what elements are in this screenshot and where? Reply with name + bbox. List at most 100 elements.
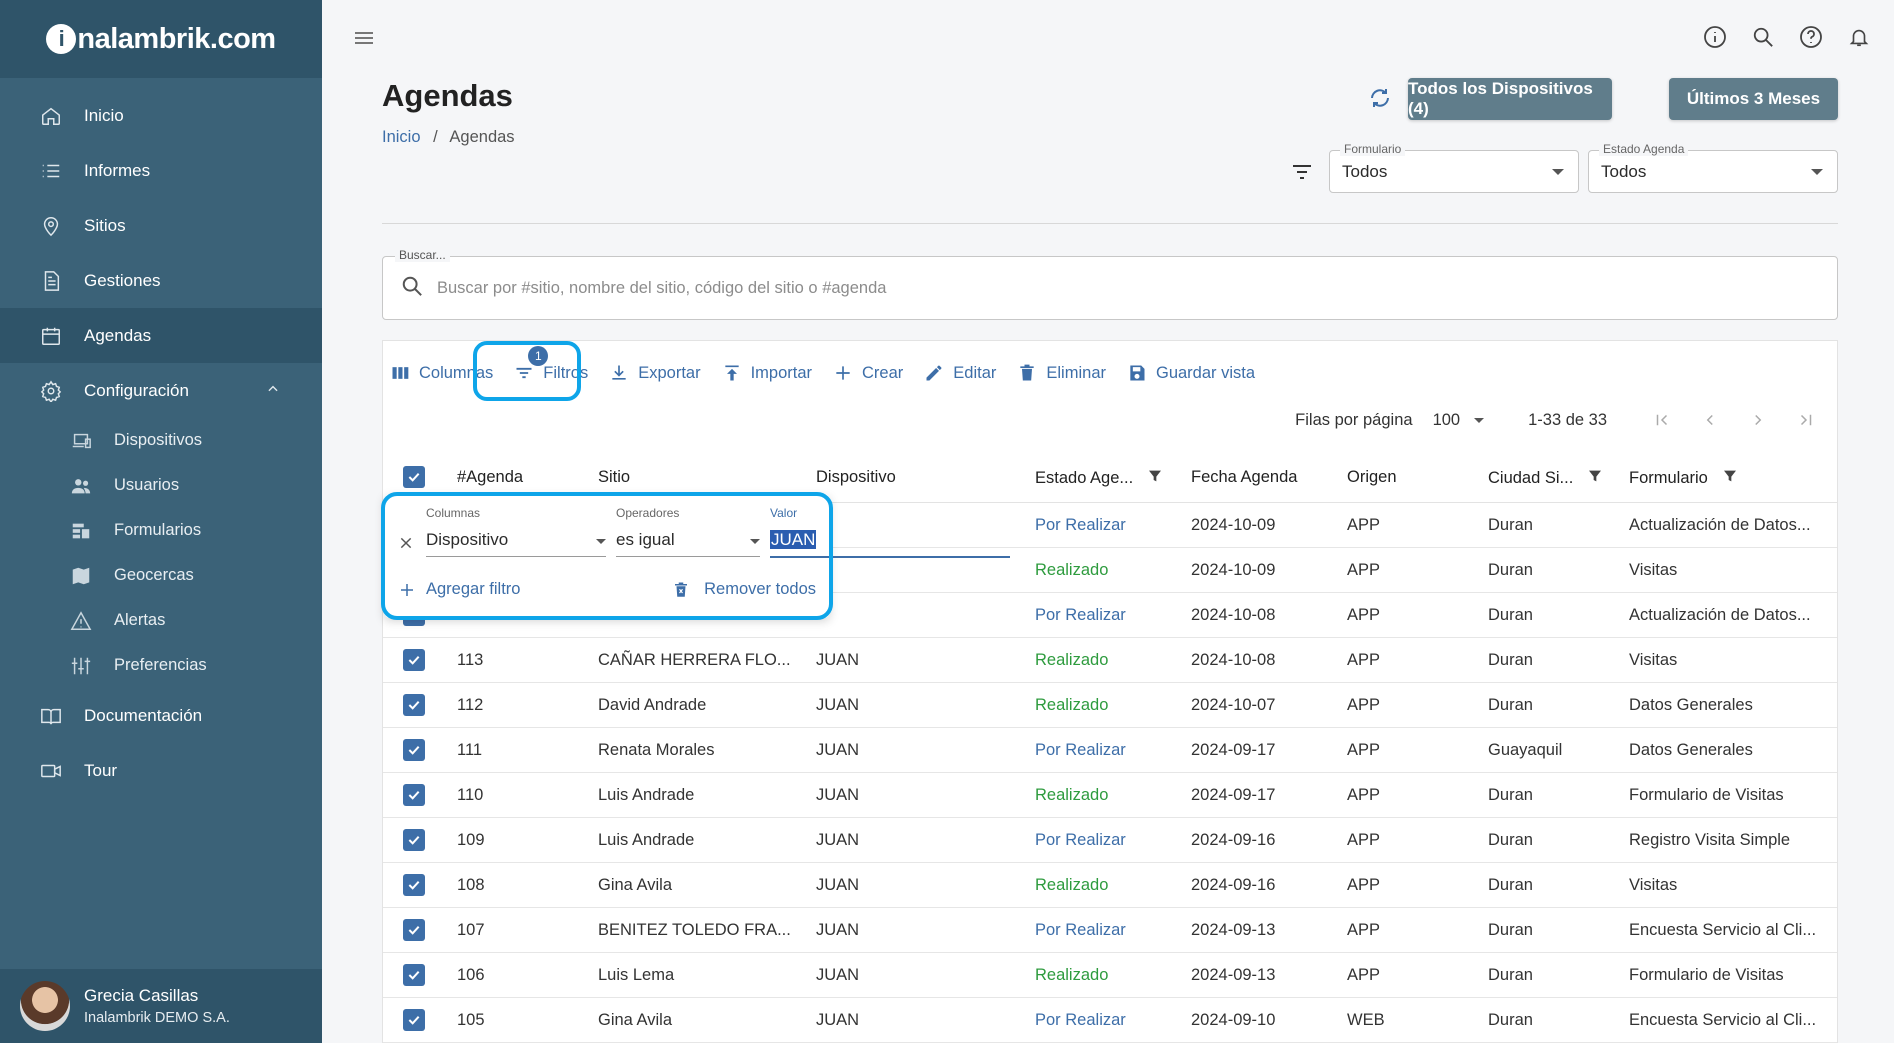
chevron-up-icon[interactable] (266, 381, 280, 401)
sidebar-item-alertas[interactable]: Alertas (0, 598, 322, 643)
search-field[interactable]: Buscar... (382, 248, 1838, 320)
filter-value-input[interactable]: Valor JUAN (770, 506, 1010, 558)
user-profile[interactable]: Grecia Casillas Inalambrik DEMO S.A. (0, 969, 322, 1043)
filter-funnel-icon[interactable] (1587, 468, 1603, 489)
select-all-checkbox[interactable] (403, 466, 425, 488)
row-checkbox[interactable] (403, 1009, 425, 1033)
col-header-dispositivo[interactable]: Dispositivo (816, 468, 896, 487)
sidebar-item-tour[interactable]: Tour (0, 743, 322, 798)
row-checkbox[interactable] (403, 919, 425, 943)
estado-agenda-select[interactable]: Estado Agenda Todos (1588, 142, 1838, 193)
search-label: Buscar... (395, 248, 450, 262)
filters-button[interactable]: 1 Filtros (513, 346, 589, 384)
bell-icon[interactable] (1846, 24, 1872, 50)
row-checkbox[interactable] (403, 829, 425, 853)
table-row[interactable]: 106 Luis Lema JUAN Realizado 2024-09-13 APP Du… (383, 953, 1837, 998)
close-icon[interactable] (398, 535, 414, 556)
col-header-estado[interactable]: Estado Age... (1035, 468, 1163, 489)
col-header-origen[interactable]: Origen (1347, 468, 1397, 487)
sidebar-item-dispositivos[interactable]: Dispositivos (0, 418, 322, 463)
add-filter-button[interactable]: Agregar filtro (398, 580, 520, 599)
download-icon (608, 362, 630, 384)
sidebar-item-documentacion[interactable]: Documentación (0, 688, 322, 743)
sidebar-item-usuarios[interactable]: Usuarios (0, 463, 322, 508)
row-checkbox[interactable] (403, 964, 425, 988)
filter-column-select[interactable]: Columnas Dispositivo (426, 506, 606, 557)
create-button[interactable]: Crear (832, 362, 903, 384)
filter-panel: Columnas Dispositivo Operadores es igual… (384, 494, 1010, 618)
filters-label: Filtros (543, 363, 589, 382)
info-icon[interactable] (1702, 24, 1728, 50)
page-range: 1-33 de 33 (1528, 410, 1607, 429)
search-input[interactable] (437, 278, 1737, 298)
sidebar-item-formularios[interactable]: Formularios (0, 508, 322, 553)
refresh-icon[interactable] (1368, 86, 1392, 115)
cell-agenda: 110 (457, 786, 484, 804)
next-page-icon[interactable] (1747, 409, 1769, 431)
divider (382, 223, 1838, 224)
search-icon[interactable] (1750, 24, 1776, 50)
sidebar-item-informes[interactable]: Informes (0, 143, 322, 198)
filter-funnel-icon[interactable] (1722, 468, 1738, 489)
row-checkbox[interactable] (403, 739, 425, 763)
last-page-icon[interactable] (1795, 409, 1817, 431)
rows-per-page-select[interactable]: 100 (1433, 411, 1485, 430)
columns-button[interactable]: Columnas (389, 362, 493, 384)
filter-list-icon[interactable] (1290, 160, 1314, 189)
cell-origen: APP (1347, 651, 1381, 669)
col-header-estado-label: Estado Age... (1035, 469, 1134, 487)
table-row[interactable]: 105 Gina Avila JUAN Por Realizar 2024-09-10 W… (383, 998, 1837, 1043)
filter-column-value: Dispositivo (426, 530, 509, 549)
sidebar-item-inicio[interactable]: Inicio (0, 88, 322, 143)
prev-page-icon[interactable] (1699, 409, 1721, 431)
table-row[interactable]: 107 BENITEZ TOLEDO FRA... JUAN Por Realizar… (383, 908, 1837, 953)
formulario-select[interactable]: Formulario Todos (1329, 142, 1579, 193)
col-header-formulario[interactable]: Formulario (1629, 468, 1738, 489)
filter-funnel-icon[interactable] (1147, 468, 1163, 489)
columns-icon (389, 362, 411, 384)
all-devices-button[interactable]: Todos los Dispositivos (4) (1408, 78, 1612, 120)
help-icon[interactable] (1798, 24, 1824, 50)
sidebar-item-agendas[interactable]: Agendas (0, 308, 322, 363)
sidebar-item-configuracion[interactable]: Configuración (0, 363, 322, 418)
table-row[interactable]: 109 Luis Andrade JUAN Por Realizar 2024-09-1… (383, 818, 1837, 863)
breadcrumb-home[interactable]: Inicio (382, 128, 421, 146)
save-view-button[interactable]: Guardar vista (1126, 362, 1255, 384)
sidebar-item-preferencias[interactable]: Preferencias (0, 643, 322, 688)
remove-all-button[interactable]: Remover todos (672, 580, 816, 599)
forms-icon (68, 518, 94, 544)
export-button[interactable]: Exportar (608, 362, 701, 384)
first-page-icon[interactable] (1651, 409, 1673, 431)
filter-operator-select[interactable]: Operadores es igual (616, 506, 760, 557)
sidebar-item-sitios[interactable]: Sitios (0, 198, 322, 253)
cell-ciudad: Duran (1488, 966, 1533, 984)
delete-button[interactable]: Eliminar (1016, 362, 1106, 384)
table-row[interactable]: 113 CAÑAR HERRERA FLO... JUAN Realizado 2024… (383, 638, 1837, 683)
edit-button[interactable]: Editar (923, 362, 996, 384)
sidebar-item-gestiones[interactable]: Gestiones (0, 253, 322, 308)
last-months-button[interactable]: Últimos 3 Meses (1669, 78, 1838, 120)
hamburger-menu-icon[interactable] (352, 26, 376, 55)
col-header-formulario-label: Formulario (1629, 469, 1708, 487)
table-row[interactable]: 110 Luis Andrade JUAN Realizado 2024-09-17 AP… (383, 773, 1837, 818)
sidebar-item-geocercas[interactable]: Geocercas (0, 553, 322, 598)
col-header-sitio[interactable]: Sitio (598, 468, 630, 487)
table-row[interactable]: 108 Gina Avila JUAN Realizado 2024-09-16 APP D… (383, 863, 1837, 908)
table-row[interactable]: 112 David Andrade JUAN Realizado 2024-10-07 A… (383, 683, 1837, 728)
cell-fecha: 2024-09-13 (1191, 921, 1276, 939)
row-checkbox[interactable] (403, 649, 425, 673)
cell-fecha: 2024-09-16 (1191, 831, 1276, 849)
row-checkbox[interactable] (403, 694, 425, 718)
table-row[interactable]: 111 Renata Morales JUAN Por Realizar 2024-09… (383, 728, 1837, 773)
col-header-fecha[interactable]: Fecha Agenda (1191, 468, 1297, 487)
cell-fecha: 2024-09-17 (1191, 741, 1276, 759)
cell-agenda: 109 (457, 831, 485, 849)
brand-logo[interactable]: i nalambrik.com (46, 23, 276, 56)
row-checkbox[interactable] (403, 784, 425, 808)
import-button[interactable]: Importar (721, 362, 812, 384)
cell-sitio: Luis Andrade (598, 831, 695, 849)
cell-dispositivo: JUAN (816, 786, 860, 804)
col-header-agenda[interactable]: #Agenda (457, 468, 523, 487)
row-checkbox[interactable] (403, 874, 425, 898)
col-header-ciudad[interactable]: Ciudad Si... (1488, 468, 1603, 489)
